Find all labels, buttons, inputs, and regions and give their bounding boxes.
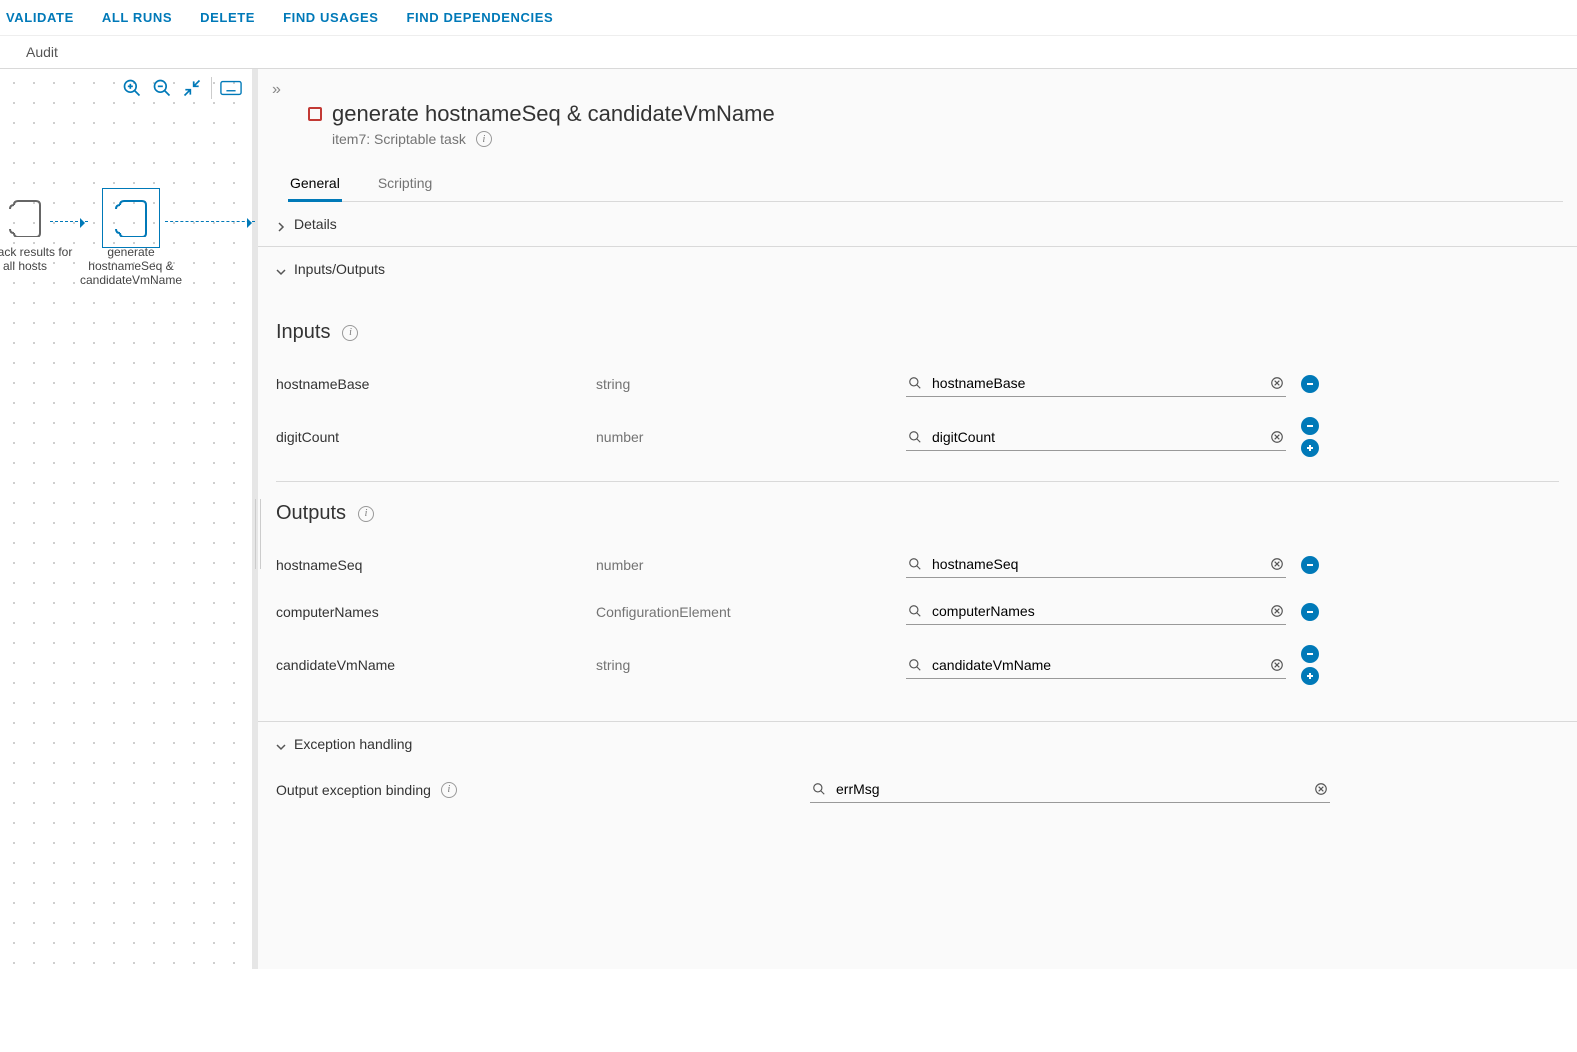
audit-tab[interactable]: Audit xyxy=(0,36,1577,69)
param-type: number xyxy=(596,557,886,573)
search-icon xyxy=(908,658,922,672)
zoom-out-icon[interactable] xyxy=(151,77,173,99)
search-icon xyxy=(908,604,922,618)
node-label: unpack results for all hosts xyxy=(0,245,80,273)
search-icon xyxy=(908,376,922,390)
tabs: General Scripting xyxy=(288,169,1563,202)
find-usages-action[interactable]: FIND USAGES xyxy=(283,10,378,25)
clear-icon[interactable] xyxy=(1270,604,1284,618)
chevron-right-icon xyxy=(276,219,286,229)
validate-action[interactable]: VALIDATE xyxy=(6,10,74,25)
param-binding-field[interactable] xyxy=(906,424,1286,451)
tab-general[interactable]: General xyxy=(288,169,342,201)
remove-param-button[interactable] xyxy=(1301,645,1319,663)
element-subtitle: item7: Scriptable task xyxy=(332,131,466,147)
param-row: digitCount number xyxy=(276,407,1559,467)
param-row: candidateVmName string xyxy=(276,635,1559,695)
scriptable-task-icon xyxy=(308,107,322,121)
param-name: digitCount xyxy=(276,429,576,445)
param-binding-input[interactable] xyxy=(930,555,1262,573)
clear-icon[interactable] xyxy=(1270,658,1284,672)
canvas-toolbar xyxy=(121,77,242,99)
remove-param-button[interactable] xyxy=(1301,556,1319,574)
param-binding-input[interactable] xyxy=(930,656,1262,674)
param-name: hostnameSeq xyxy=(276,557,576,573)
param-binding-field[interactable] xyxy=(906,652,1286,679)
param-binding-input[interactable] xyxy=(930,602,1262,620)
param-binding-input[interactable] xyxy=(930,374,1262,392)
search-icon xyxy=(812,782,826,796)
delete-action[interactable]: DELETE xyxy=(200,10,255,25)
exception-binding-input[interactable] xyxy=(834,780,1306,798)
param-type: number xyxy=(596,429,886,445)
element-title: generate hostnameSeq & candidateVmName xyxy=(332,101,775,127)
add-param-button[interactable] xyxy=(1301,667,1319,685)
fit-screen-icon[interactable] xyxy=(181,77,203,99)
add-param-button[interactable] xyxy=(1301,439,1319,457)
properties-panel: » generate hostnameSeq & candidateVmName… xyxy=(258,69,1577,969)
param-name: hostnameBase xyxy=(276,376,576,392)
node-label: generate hostnameSeq & candidateVmName xyxy=(76,245,186,287)
clear-icon[interactable] xyxy=(1270,557,1284,571)
exception-binding-field[interactable] xyxy=(810,776,1330,803)
clear-icon[interactable] xyxy=(1314,782,1328,796)
outputs-heading: Outputs xyxy=(276,502,346,525)
workflow-node-selected[interactable]: generate hostnameSeq & candidateVmName xyxy=(76,197,186,287)
remove-param-button[interactable] xyxy=(1301,417,1319,435)
param-type: ConfigurationElement xyxy=(596,604,886,620)
inputs-heading: Inputs xyxy=(276,321,330,344)
remove-param-button[interactable] xyxy=(1301,603,1319,621)
param-type: string xyxy=(596,376,886,392)
param-binding-input[interactable] xyxy=(930,428,1262,446)
search-icon xyxy=(908,557,922,571)
panel-resize-handle[interactable] xyxy=(255,499,261,569)
exception-binding-label: Output exception binding xyxy=(276,782,431,798)
clear-icon[interactable] xyxy=(1270,430,1284,444)
all-runs-action[interactable]: ALL RUNS xyxy=(102,10,172,25)
search-icon xyxy=(908,430,922,444)
group-separator xyxy=(276,481,1559,482)
clear-icon[interactable] xyxy=(1270,376,1284,390)
workflow-node[interactable]: unpack results for all hosts xyxy=(0,197,80,273)
param-row: computerNames ConfigurationElement xyxy=(276,588,1559,635)
tab-scripting[interactable]: Scripting xyxy=(376,169,434,201)
param-type: string xyxy=(596,657,886,673)
section-io-toggle[interactable]: Inputs/Outputs xyxy=(258,247,1577,291)
remove-param-button[interactable] xyxy=(1301,375,1319,393)
section-details-label: Details xyxy=(294,216,337,232)
keyboard-icon[interactable] xyxy=(220,77,242,99)
param-row: hostnameBase string xyxy=(276,360,1559,407)
toolbar-separator xyxy=(211,77,212,99)
info-icon[interactable]: i xyxy=(342,325,358,341)
action-toolbar: VALIDATE ALL RUNS DELETE FIND USAGES FIN… xyxy=(0,0,1577,36)
info-icon[interactable]: i xyxy=(476,131,492,147)
zoom-in-icon[interactable] xyxy=(121,77,143,99)
param-name: candidateVmName xyxy=(276,657,576,673)
param-binding-field[interactable] xyxy=(906,598,1286,625)
chevron-down-icon xyxy=(276,264,286,274)
section-exception-toggle[interactable]: Exception handling xyxy=(258,722,1577,766)
collapse-panel-icon[interactable]: » xyxy=(272,81,281,99)
section-details-toggle[interactable]: Details xyxy=(258,202,1577,246)
chevron-down-icon xyxy=(276,739,286,749)
param-name: computerNames xyxy=(276,604,576,620)
workflow-canvas[interactable]: unpack results for all hosts generate ho… xyxy=(0,69,258,969)
section-exception-label: Exception handling xyxy=(294,736,412,752)
param-row: hostnameSeq number xyxy=(276,541,1559,588)
find-dependencies-action[interactable]: FIND DEPENDENCIES xyxy=(407,10,554,25)
info-icon[interactable]: i xyxy=(358,506,374,522)
param-binding-field[interactable] xyxy=(906,370,1286,397)
param-binding-field[interactable] xyxy=(906,551,1286,578)
info-icon[interactable]: i xyxy=(441,782,457,798)
section-io-label: Inputs/Outputs xyxy=(294,261,385,277)
